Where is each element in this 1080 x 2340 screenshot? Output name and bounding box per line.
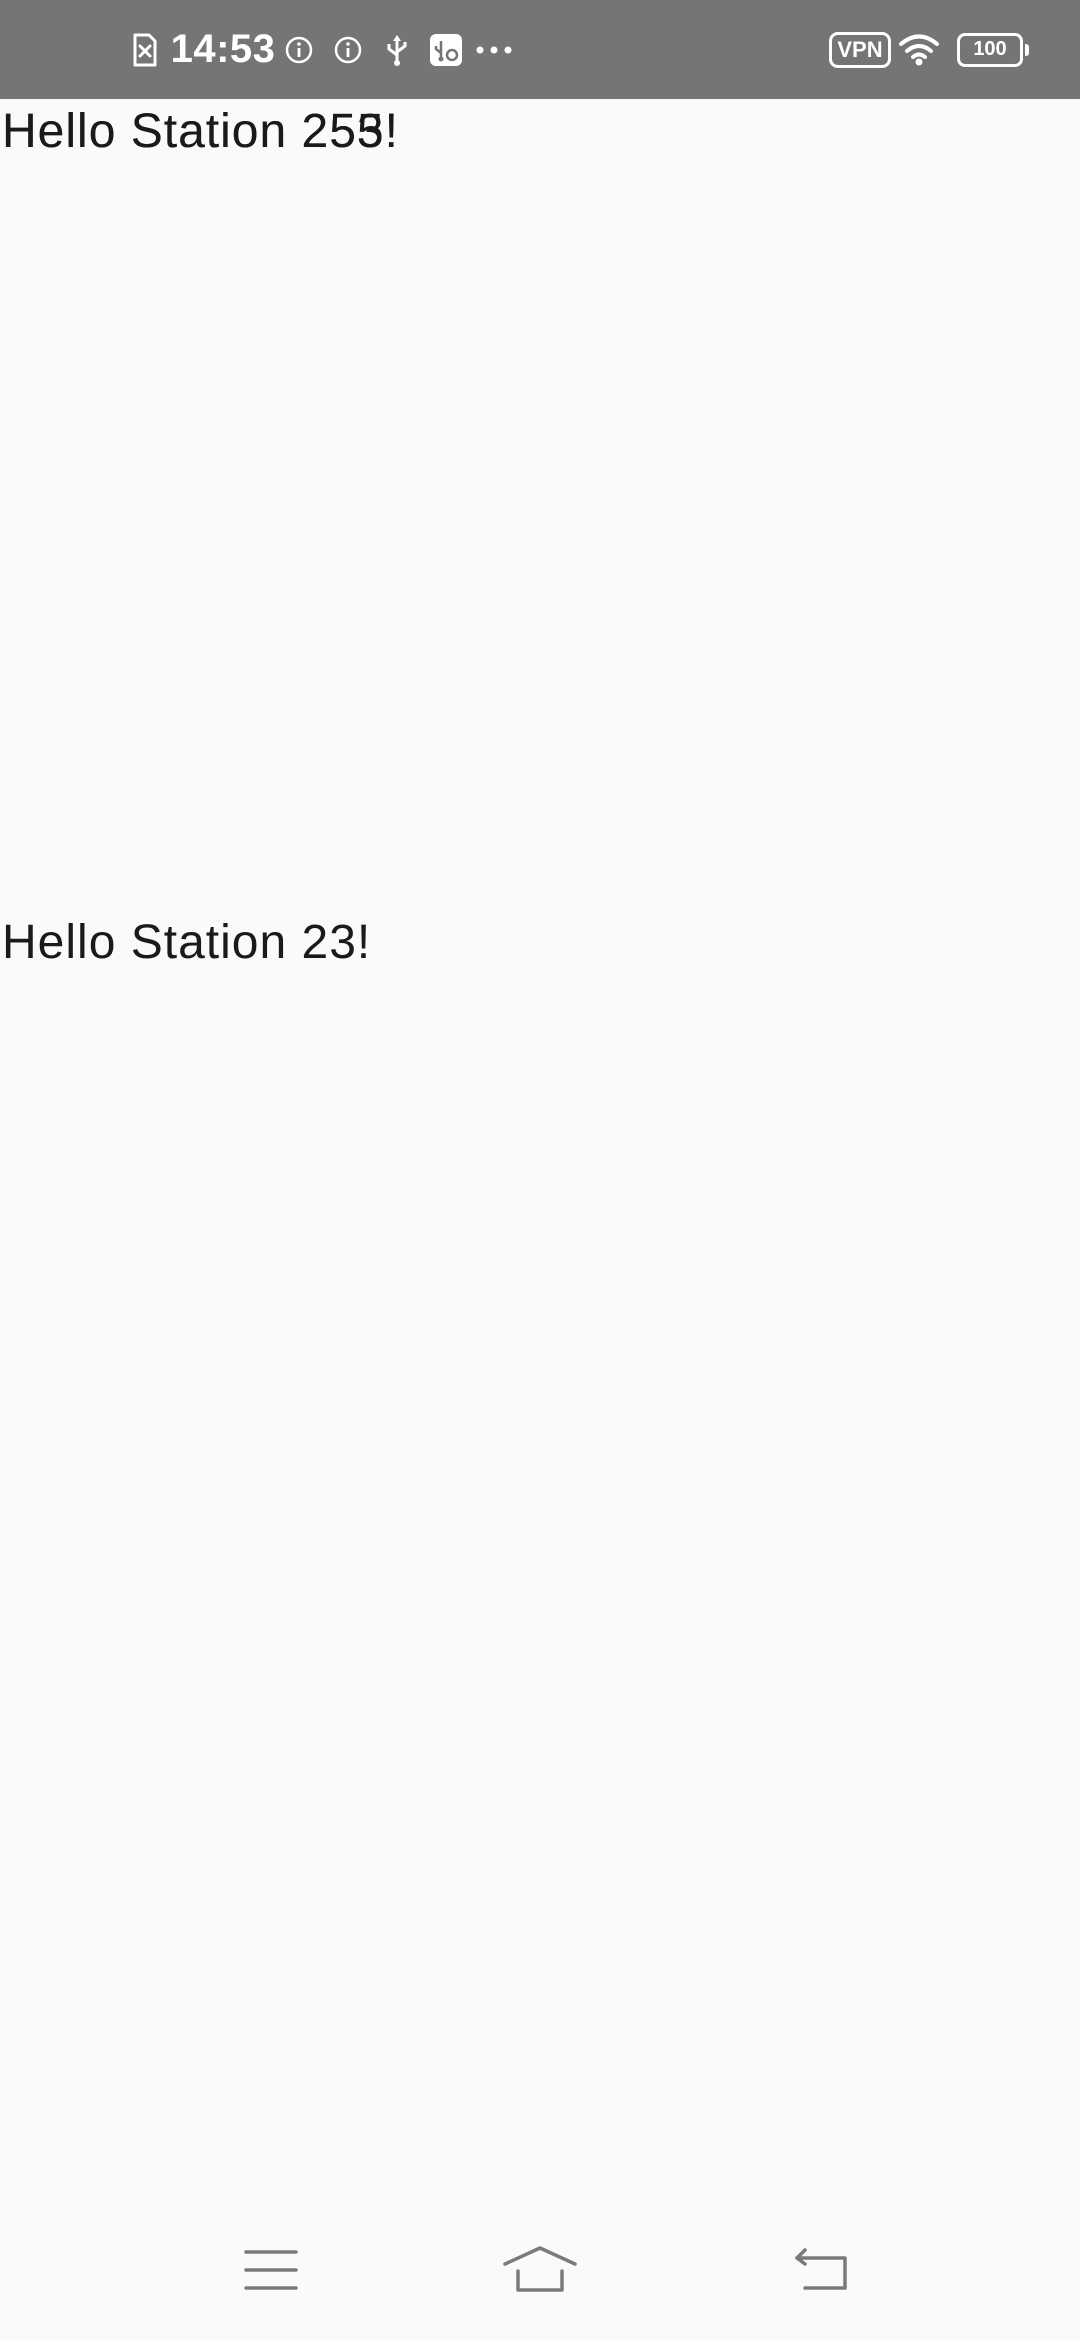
hello-station-253-text: Hello Station 253!: [2, 105, 399, 158]
screen: 14:53 VPN 100 Hello Station 255! Hello S…: [0, 0, 1080, 2340]
back-button[interactable]: [773, 2230, 873, 2310]
battery-tip: [1025, 43, 1029, 56]
hello-station-top: Hello Station 255! Hello Station 253!: [2, 104, 399, 159]
menu-button[interactable]: [221, 2230, 321, 2310]
wifi-icon: [898, 0, 940, 99]
menu-icon: [244, 2250, 298, 2290]
hello-station-23-text: Hello Station 23!: [2, 916, 372, 969]
back-icon: [795, 2248, 847, 2290]
home-icon: [503, 2246, 577, 2292]
hello-station-bottom: Hello Station 23!: [2, 915, 371, 970]
status-bar: 14:53 VPN 100: [0, 0, 1080, 99]
status-time: 14:53: [170, 27, 276, 71]
more-dots-icon: [474, 0, 514, 99]
battery-indicator: 100: [957, 32, 1029, 67]
home-button[interactable]: [490, 2230, 590, 2310]
sim-error-icon: [128, 0, 162, 99]
vpn-icon: VPN: [829, 0, 891, 99]
info-icon: [282, 0, 316, 99]
navigation-bar: [0, 2200, 1080, 2340]
info-icon: [331, 0, 365, 99]
battery-level: 100: [973, 38, 1007, 60]
usb-settings-icon: [428, 0, 464, 99]
vpn-label: VPN: [829, 31, 891, 68]
battery-icon: 100: [952, 0, 1029, 99]
usb-icon: [380, 0, 414, 99]
